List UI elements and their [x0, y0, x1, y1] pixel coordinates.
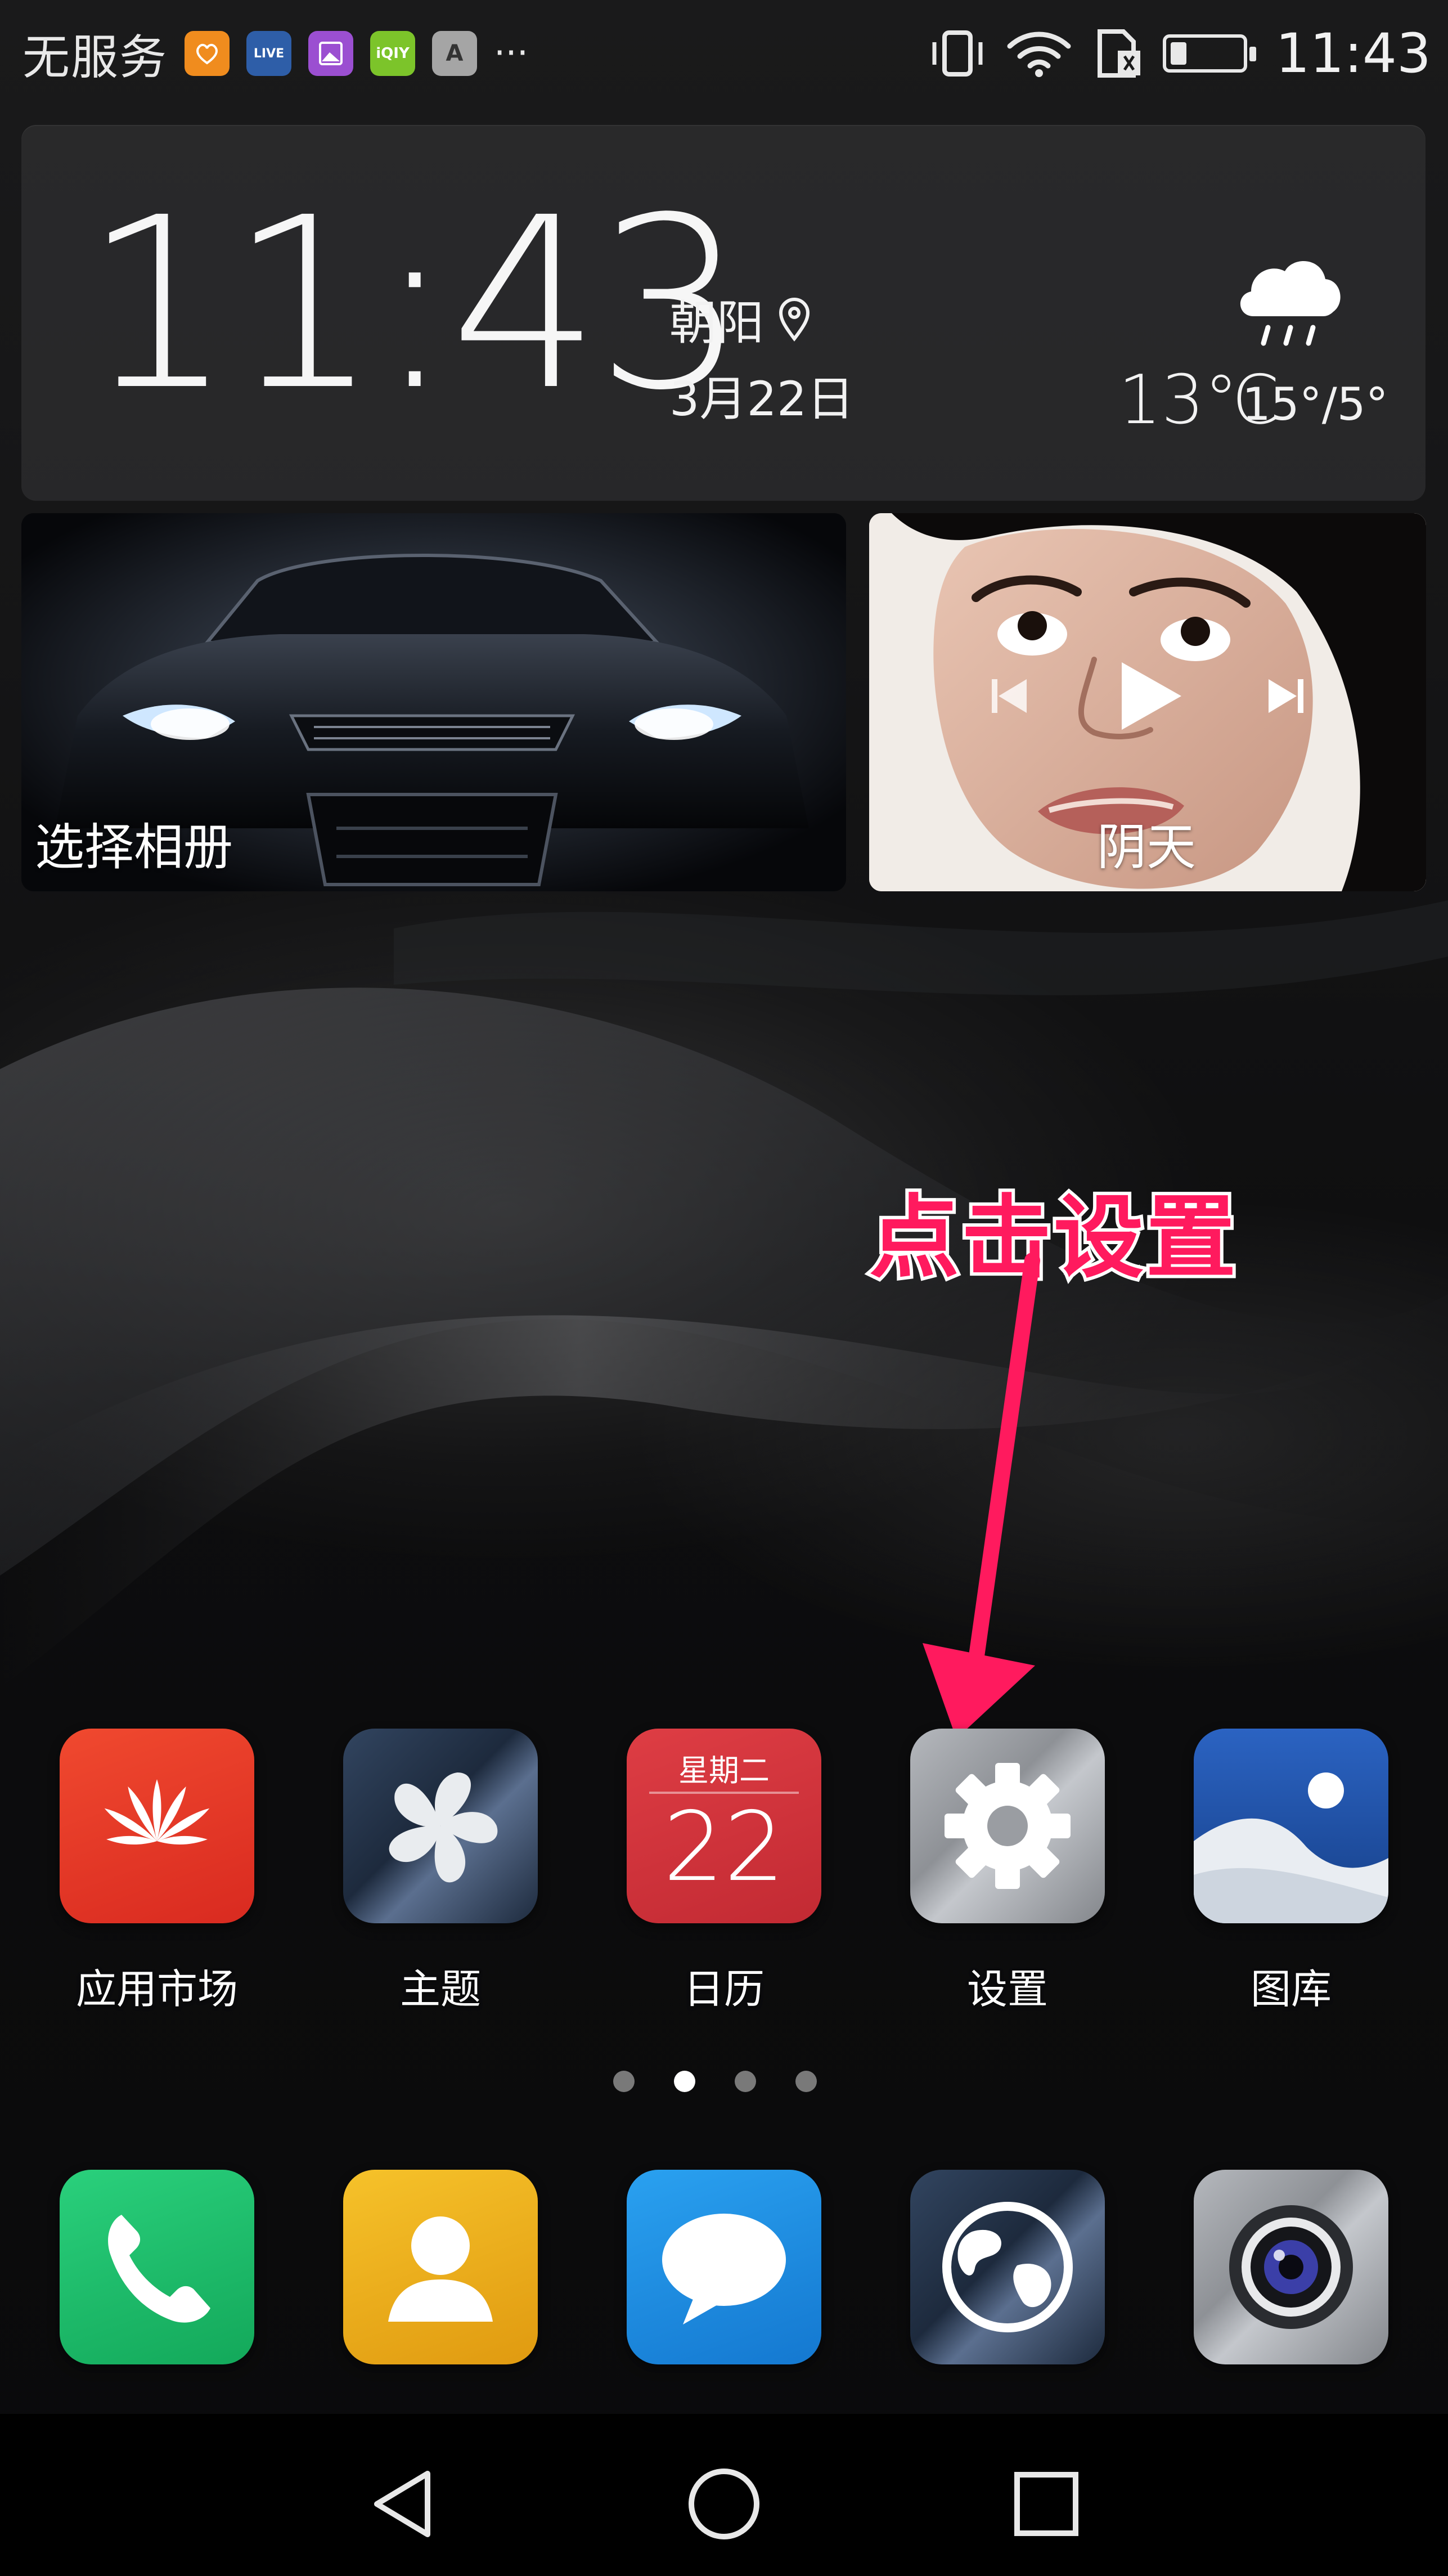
app-gallery[interactable]: 图库: [1194, 1729, 1388, 2015]
location-pin-icon: [779, 297, 810, 342]
app-settings[interactable]: 设置: [910, 1729, 1105, 2015]
home-icon[interactable]: [685, 2465, 763, 2543]
hd-video-app-icon: LIVE: [246, 31, 292, 76]
widget-location[interactable]: 朝阳: [669, 285, 811, 353]
app-calendar[interactable]: 星期二 22 日历: [627, 1729, 821, 2015]
camera-icon[interactable]: [1194, 2170, 1388, 2364]
clock-weather-widget[interactable]: 11:43 朝阳 3月22日 13℃ 15°/5°: [21, 125, 1425, 501]
previous-track-icon[interactable]: [987, 674, 1032, 719]
calendar-icon[interactable]: 星期二 22: [627, 1729, 821, 1923]
page-indicator[interactable]: [613, 2071, 817, 2092]
dock-messages[interactable]: [627, 2170, 821, 2364]
phone-icon[interactable]: [60, 2170, 254, 2364]
widget-date: 3月22日: [669, 371, 855, 427]
carrier-label: 无服务: [23, 29, 168, 85]
sim-card-icon: [1098, 29, 1141, 78]
font-app-icon: A: [432, 31, 478, 76]
page-dot-active[interactable]: [674, 2071, 695, 2092]
recents-icon[interactable]: [1007, 2465, 1086, 2543]
browser-globe-icon[interactable]: [910, 2170, 1105, 2364]
play-icon[interactable]: [1114, 657, 1187, 735]
next-track-icon[interactable]: [1263, 674, 1308, 719]
home-screen: 无服务 LIVE iQIY A ··· 11:43 11:43 朝阳 3月22日…: [0, 0, 1448, 2576]
calendar-day: 22: [663, 1792, 785, 1903]
messages-icon[interactable]: [627, 2170, 821, 2364]
dock-contacts[interactable]: [343, 2170, 538, 2364]
battery-level: [1171, 42, 1186, 65]
calendar-weekday: 星期二: [678, 1753, 770, 1788]
app-label: 主题: [399, 1965, 481, 2013]
settings-gear-icon[interactable]: [910, 1729, 1105, 1923]
temperature-range: 15°/5°: [1242, 378, 1388, 430]
app-label: 设置: [966, 1965, 1048, 2013]
huawei-appgallery-icon[interactable]: [60, 1729, 254, 1923]
annotation-label: 点击设置: [866, 1182, 1239, 1294]
iqiyi-app-icon: iQIY: [370, 31, 416, 76]
app-label: 图库: [1250, 1965, 1332, 2013]
themes-icon[interactable]: [343, 1729, 538, 1923]
battery-icon: [1163, 34, 1257, 73]
contacts-icon[interactable]: [343, 2170, 538, 2364]
dock-browser[interactable]: [910, 2170, 1105, 2364]
rain-cloud-icon[interactable]: [1231, 249, 1349, 356]
location-label: 朝阳: [669, 295, 765, 351]
app-label: 应用市场: [75, 1965, 238, 2013]
app-themes[interactable]: 主题: [343, 1729, 538, 2015]
app-label: 日历: [683, 1965, 765, 2013]
app-appgallery[interactable]: 应用市场: [60, 1729, 254, 2015]
gallery-app-icon: [308, 31, 354, 76]
status-time: 11:43: [1275, 22, 1431, 85]
page-dot[interactable]: [735, 2071, 756, 2092]
vibrate-icon: [932, 30, 983, 77]
page-dot[interactable]: [795, 2071, 817, 2092]
song-title: 阴天: [1097, 818, 1197, 876]
status-bar: 无服务 LIVE iQIY A ··· 11:43: [0, 0, 1448, 107]
page-dot[interactable]: [613, 2071, 635, 2092]
health-app-icon: [185, 31, 230, 76]
navigation-bar: [0, 2414, 1448, 2576]
widget-clock-time[interactable]: 11:43: [83, 187, 746, 423]
gallery-icon[interactable]: [1194, 1729, 1388, 1923]
wifi-icon: [1007, 32, 1071, 77]
dock-camera[interactable]: [1194, 2170, 1388, 2364]
back-icon[interactable]: [366, 2465, 444, 2543]
dock-phone[interactable]: [60, 2170, 254, 2364]
more-notifications-icon: ···: [494, 33, 529, 74]
album-select-label[interactable]: 选择相册: [35, 807, 233, 879]
